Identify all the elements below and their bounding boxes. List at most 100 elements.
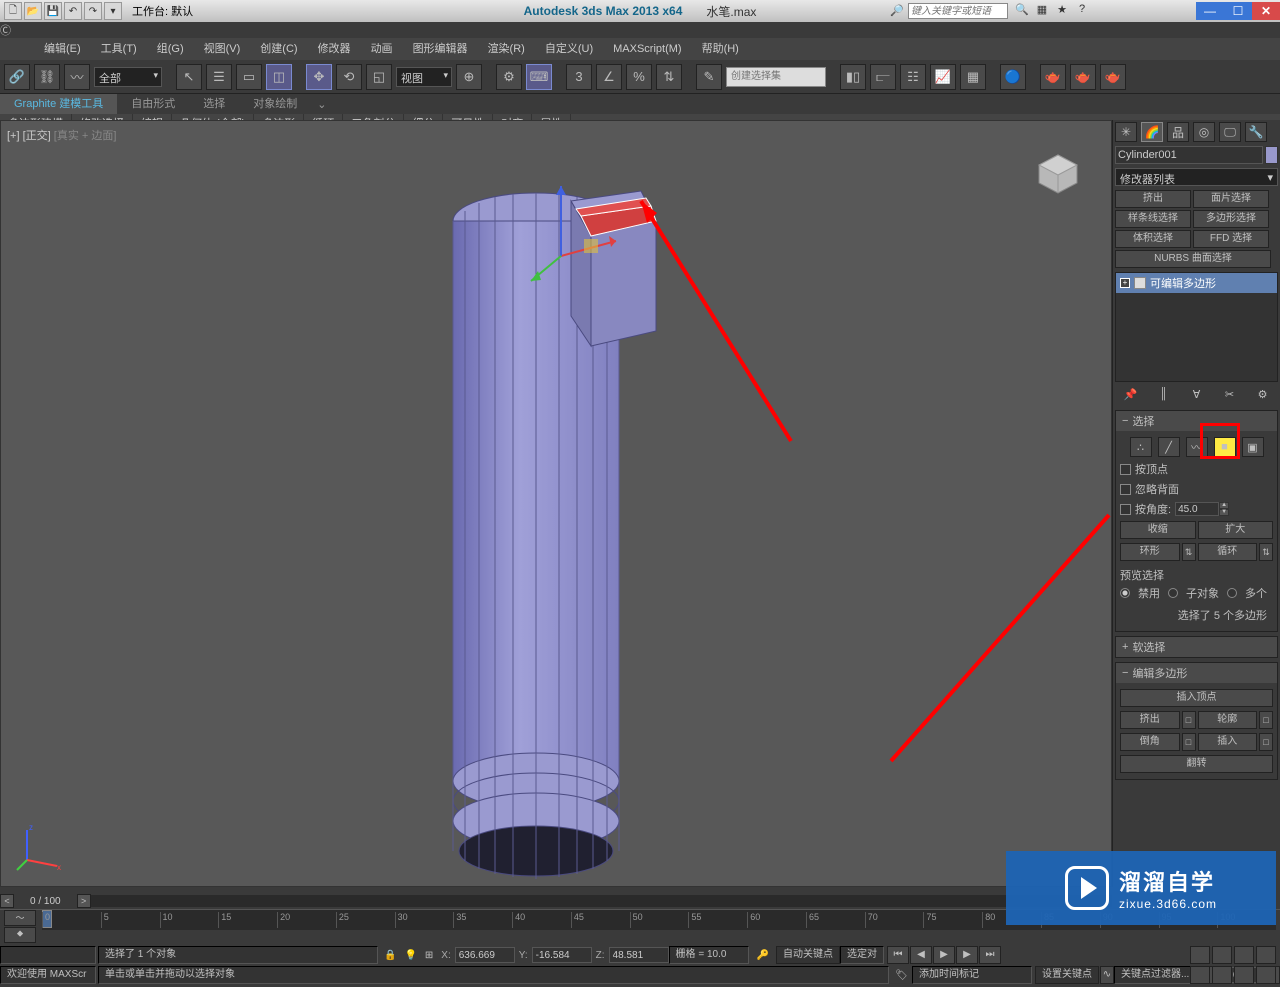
ribbon-expand-icon[interactable]: ⌄ [311,98,332,111]
workspace-label[interactable]: 工作台: 默认 [132,3,193,19]
modifier-list-dropdown[interactable]: 修改器列表 [1115,168,1278,186]
selection-filter-dropdown[interactable]: 全部 [94,67,162,87]
ribbon-tab-selection[interactable]: 选择 [189,94,239,114]
nav-walk-icon[interactable] [1234,966,1254,984]
render-frame-icon[interactable]: 🫖 [1070,64,1096,90]
subobj-border-icon[interactable]: 〰 [1186,437,1208,457]
qat-chevron-icon[interactable]: ▾ [104,2,122,20]
modbtn-extrude[interactable]: 挤出 [1115,190,1191,208]
prev-frame-icon[interactable]: ◀ [910,946,932,964]
next-frame-icon[interactable]: ▶ [956,946,978,964]
btn-insert-poly[interactable]: 插入 [1198,733,1258,751]
link-icon[interactable]: 🔗 [4,64,30,90]
object-name-input[interactable] [1115,146,1263,164]
menu-create[interactable]: 创建(C) [250,38,307,60]
angle-up-icon[interactable]: ▲ [1219,502,1229,509]
lock-icon[interactable]: 🔒 [380,950,400,961]
snap-3d-icon[interactable]: 3 [566,64,592,90]
cmdtab-modify-icon[interactable]: 🌈 [1141,122,1163,142]
rollout-selection-header[interactable]: 选择 [1132,413,1154,429]
loop-spin-icon[interactable]: ⇅ [1259,543,1273,561]
stack-pin-icon[interactable]: 📌 [1123,388,1139,404]
spinner-snap-icon[interactable]: ⇅ [656,64,682,90]
key-mode-dropdown[interactable]: 选定对 [840,946,884,964]
track-curve-icon[interactable]: 〜 [4,910,36,926]
ribbon-tab-graphite[interactable]: Graphite 建模工具 [0,94,117,114]
ribbon-tab-objectpaint[interactable]: 对象绘制 [239,94,311,114]
cmdtab-create-icon[interactable]: ✳ [1115,122,1137,142]
qat-save-icon[interactable]: 💾 [44,2,62,20]
render-icon[interactable]: 🫖 [1100,64,1126,90]
comm-center-icon[interactable]: ▦ [1034,3,1050,19]
stack-config-icon[interactable]: ⚙ [1255,388,1271,404]
nav-fov-icon[interactable] [1256,946,1276,964]
qat-open-icon[interactable]: 📂 [24,2,42,20]
window-minimize-button[interactable]: — [1196,2,1224,20]
goto-start-icon[interactable]: ⏮ [887,946,909,964]
isolate-icon[interactable]: 💡 [400,950,420,961]
nav-maximize-icon[interactable] [1256,966,1276,984]
nav-pan-icon[interactable] [1190,966,1210,984]
track-key-icon[interactable]: ⬥ [4,927,36,943]
subobj-edge-icon[interactable]: ╱ [1158,437,1180,457]
menu-group[interactable]: 组(G) [147,38,194,60]
window-maximize-button[interactable]: ☐ [1224,2,1252,20]
time-tag-icon[interactable]: 🏷 [891,970,912,981]
cmdtab-hierarchy-icon[interactable]: 品 [1167,122,1189,142]
modbtn-ffd-sel[interactable]: FFD 选择 [1193,230,1269,248]
percent-snap-icon[interactable]: % [626,64,652,90]
script-listener[interactable]: 欢迎使用 MAXScr [0,966,96,984]
viewcube-icon[interactable] [1035,151,1081,197]
chk-by-angle[interactable] [1120,504,1131,515]
coord-y-input[interactable] [532,947,592,963]
window-close-button[interactable]: ✕ [1252,2,1280,20]
modbtn-vol-sel[interactable]: 体积选择 [1115,230,1191,248]
goto-end-icon[interactable]: ⏭ [979,946,1001,964]
slider-right-icon[interactable]: > [77,894,91,908]
btn-bevel[interactable]: 倒角 [1120,733,1180,751]
bevel-settings-icon[interactable]: □ [1182,733,1196,751]
qat-redo-icon[interactable]: ↷ [84,2,102,20]
select-icon[interactable]: ↖ [176,64,202,90]
stack-show-icon[interactable]: ║ [1156,388,1172,404]
chk-ignore-backface[interactable] [1120,484,1131,495]
schematic-icon[interactable]: ▦ [960,64,986,90]
key-filters-icon[interactable]: ∿ [1100,966,1114,984]
btn-extrude-poly[interactable]: 挤出 [1120,711,1180,729]
stack-item-editable-poly[interactable]: + 可编辑多边形 [1116,273,1277,293]
keyboard-shortcut-icon[interactable]: ⌨ [526,64,552,90]
stack-expand-icon[interactable]: + [1120,278,1130,288]
ref-coord-dropdown[interactable]: 视图 [396,67,452,87]
viewport[interactable]: [+] [正交] [真实 + 边面] [0,120,1112,887]
align-icon[interactable]: ⫍ [870,64,896,90]
qat-undo-icon[interactable]: ↶ [64,2,82,20]
nav-zoom-ext-icon[interactable] [1234,946,1254,964]
stack-bulb-icon[interactable] [1134,277,1146,289]
btn-ring[interactable]: 环形 [1120,543,1180,561]
chk-by-vertex[interactable] [1120,464,1131,475]
pivot-center-icon[interactable]: ⊕ [456,64,482,90]
cmdtab-motion-icon[interactable]: ◎ [1193,122,1215,142]
menu-render[interactable]: 渲染(R) [478,38,535,60]
slider-left-icon[interactable]: < [0,894,14,908]
btn-grow[interactable]: 扩大 [1198,521,1274,539]
btn-flip[interactable]: 翻转 [1120,755,1273,773]
rollout-soft-selection[interactable]: +软选择 [1115,636,1278,658]
bind-spacewarp-icon[interactable]: 〰 [64,64,90,90]
mirror-icon[interactable]: ▮▯ [840,64,866,90]
window-crossing-icon[interactable]: ◫ [266,64,292,90]
viewport-label[interactable]: [+] [正交] [真实 + 边面] [7,127,116,143]
modbtn-nurbs-sel[interactable]: NURBS 曲面选择 [1115,250,1271,268]
stack-unique-icon[interactable]: ∀ [1189,388,1205,404]
set-key-button[interactable]: 设置关键点 [1035,966,1099,984]
menu-graph[interactable]: 图形编辑器 [403,38,478,60]
coord-display-icon[interactable]: ⊞ [421,950,437,961]
render-setup-icon[interactable]: 🫖 [1040,64,1066,90]
stack-remove-icon[interactable]: ✂ [1222,388,1238,404]
menu-edit[interactable]: 编辑(E) [34,38,91,60]
help-search-input[interactable] [908,3,1008,19]
nav-orbit-icon[interactable] [1212,966,1232,984]
app-menu-icon[interactable]: Ⓒ [0,22,1280,38]
search-go-icon[interactable]: 🔍 [1014,3,1030,19]
menu-help[interactable]: 帮助(H) [692,38,749,60]
